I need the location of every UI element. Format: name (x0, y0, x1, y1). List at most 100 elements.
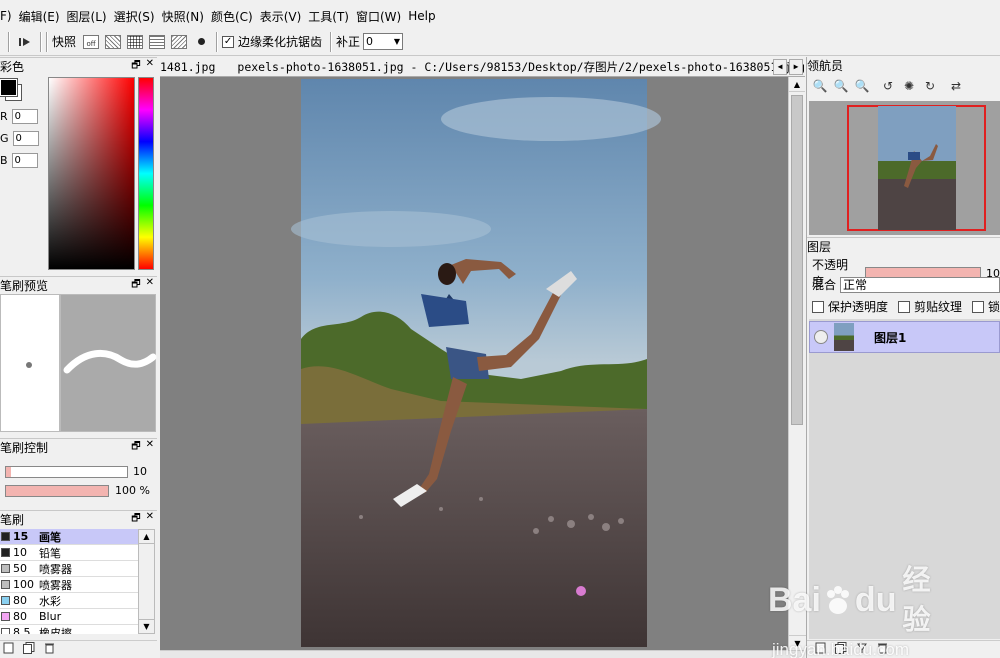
color-panel-title: 彩色 (0, 59, 25, 74)
foreground-color-swatch[interactable] (0, 78, 18, 97)
brush-list-item[interactable]: 50 喷雾器 (0, 561, 138, 577)
brush-list-scrollbar[interactable]: ▲ ▼ (138, 529, 155, 634)
trash-icon[interactable] (44, 642, 55, 657)
layer-thumbnail (834, 323, 854, 351)
zoom-in-icon[interactable]: 🔍 (812, 78, 828, 94)
scroll-thumb[interactable] (791, 95, 803, 425)
app-window: F) 编辑(E) 图层(L) 選択(S) 快照(N) 颜色(C) 表示(V) 工… (0, 0, 1000, 658)
close-icon[interactable]: ✕ (146, 439, 154, 456)
zoom-reset-icon[interactable]: 🔍 (854, 78, 870, 94)
antialias-label: 边缘柔化抗锯齿 (238, 35, 323, 49)
menu-view[interactable]: 表示(V) (260, 8, 309, 25)
zoom-out-icon[interactable]: 🔍 (833, 78, 849, 94)
brush-size-fill (6, 467, 11, 477)
brush-list-item[interactable]: 10 铅笔 (0, 545, 138, 561)
restore-icon[interactable]: 🗗 (131, 277, 140, 294)
restore-icon[interactable]: 🗗 (131, 511, 140, 528)
pattern-diagonal-button[interactable] (104, 33, 122, 51)
restore-icon[interactable]: 🗗 (131, 58, 140, 75)
pattern-crosshatch-button[interactable] (170, 33, 188, 51)
photo-canvas[interactable] (160, 77, 788, 650)
lock-checkbox[interactable] (972, 300, 985, 313)
play-icon[interactable] (16, 33, 34, 51)
dot-button[interactable] (192, 33, 210, 51)
brush-control-title: 笔刷控制 (0, 440, 49, 455)
trash-icon[interactable] (877, 642, 888, 657)
clip-texture-checkbox[interactable] (898, 300, 911, 313)
correction-select[interactable]: 0 ▼ (363, 33, 404, 50)
menu-layer[interactable]: 图层(L) (67, 8, 114, 25)
brush-list: 15 画笔 10 铅笔 50 喷雾器 100 喷雾器 80 水彩 80 Blur 8.5 橡皮擦 (0, 529, 138, 634)
scroll-up-icon[interactable]: ▲ (139, 530, 154, 544)
copy-layer-icon[interactable] (835, 642, 847, 657)
blend-mode-select[interactable]: 正常 (840, 276, 1000, 293)
menu-tools[interactable]: 工具(T) (308, 8, 356, 25)
close-icon[interactable]: ✕ (146, 58, 154, 75)
layers-title: 图层 (807, 239, 832, 254)
hue-strip[interactable] (138, 77, 154, 270)
red-input[interactable] (11, 109, 38, 124)
close-icon[interactable]: ✕ (146, 277, 154, 294)
antialias-checkbox[interactable]: ✓ (222, 35, 235, 48)
rotate-right-icon[interactable]: ↻ (922, 78, 938, 94)
navigator-thumbnail (878, 106, 956, 230)
brush-list-item[interactable]: 80 Blur (0, 609, 138, 625)
merge-layer-icon[interactable] (856, 642, 868, 657)
new-brush-icon[interactable] (3, 642, 14, 657)
navigator-preview[interactable] (809, 101, 1000, 235)
tab-previous-document[interactable]: 1481.jpg (160, 60, 237, 74)
blue-input[interactable] (11, 153, 38, 168)
close-icon[interactable]: ✕ (146, 511, 154, 528)
stroke-preview-icon (63, 349, 157, 374)
canvas-horizontal-scrollbar[interactable] (160, 650, 805, 658)
brush-list-item[interactable]: 8.5 橡皮擦 (0, 625, 138, 634)
menu-help[interactable]: Help (408, 9, 442, 23)
brush-size-value: 10 (133, 465, 147, 478)
menu-select[interactable]: 選択(S) (114, 8, 162, 25)
brush-opacity-slider[interactable] (5, 485, 109, 497)
menu-snapshot[interactable]: 快照(N) (162, 8, 211, 25)
menu-window[interactable]: 窗口(W) (356, 8, 408, 25)
layers-header: 图层 (807, 237, 1000, 254)
clip-texture-label: 剪贴纹理 (914, 300, 963, 314)
flip-icon[interactable]: ⇄ (948, 78, 964, 94)
brush-list-item[interactable]: 100 喷雾器 (0, 577, 138, 593)
brush-stroke-preview (60, 294, 157, 432)
scroll-up-icon[interactable]: ▲ (789, 77, 805, 92)
restore-icon[interactable]: 🗗 (131, 439, 140, 456)
pattern-lines-button[interactable] (148, 33, 166, 51)
brush-size: 10 (13, 546, 27, 559)
green-input[interactable] (12, 131, 39, 146)
brush-list-item[interactable]: 15 画笔 (0, 529, 138, 545)
horizontal-lines-icon (149, 34, 166, 49)
diagonal-pattern-icon (105, 34, 122, 49)
menu-edit[interactable]: 编辑(E) (19, 8, 67, 25)
brush-name: 画笔 (39, 530, 61, 544)
menu-color[interactable]: 颜色(C) (211, 8, 260, 25)
canvas-vertical-scrollbar[interactable]: ▲ ▼ (788, 77, 806, 650)
scroll-down-icon[interactable]: ▼ (139, 619, 154, 633)
new-layer-icon[interactable] (815, 642, 826, 657)
copy-brush-icon[interactable] (23, 642, 35, 657)
brush-size-slider[interactable] (5, 466, 128, 478)
saturation-value-picker[interactable] (48, 77, 135, 270)
rotate-reset-icon[interactable]: ✺ (901, 78, 917, 94)
rotate-left-icon[interactable]: ↺ (880, 78, 896, 94)
dot-icon (197, 38, 205, 45)
layer-item[interactable]: 图层1 (809, 321, 1000, 353)
brush-list-item[interactable]: 80 水彩 (0, 593, 138, 609)
tab-active-document[interactable]: pexels-photo-1638051.jpg - C:/Users/9815… (237, 59, 805, 75)
brush-list-title: 笔刷 (0, 512, 25, 527)
protect-alpha-checkbox[interactable] (812, 300, 824, 313)
menu-file[interactable]: F) (0, 9, 19, 23)
eye-icon[interactable] (814, 330, 828, 344)
pattern-off-button[interactable]: off (82, 33, 100, 51)
scroll-down-icon[interactable]: ▼ (789, 635, 806, 650)
brush-control-header: 笔刷控制 🗗 ✕ (0, 438, 157, 455)
tab-scroll-right-icon[interactable]: ▶ (789, 59, 803, 75)
pattern-grid-button[interactable] (126, 33, 144, 51)
toolbar: 快照 off ✓ 边缘柔化抗锯齿 补正 0 ▼ (0, 28, 1000, 56)
toolbar-divider (40, 31, 42, 52)
canvas-area[interactable] (160, 77, 788, 650)
tab-scroll-left-icon[interactable]: ◀ (773, 59, 787, 75)
